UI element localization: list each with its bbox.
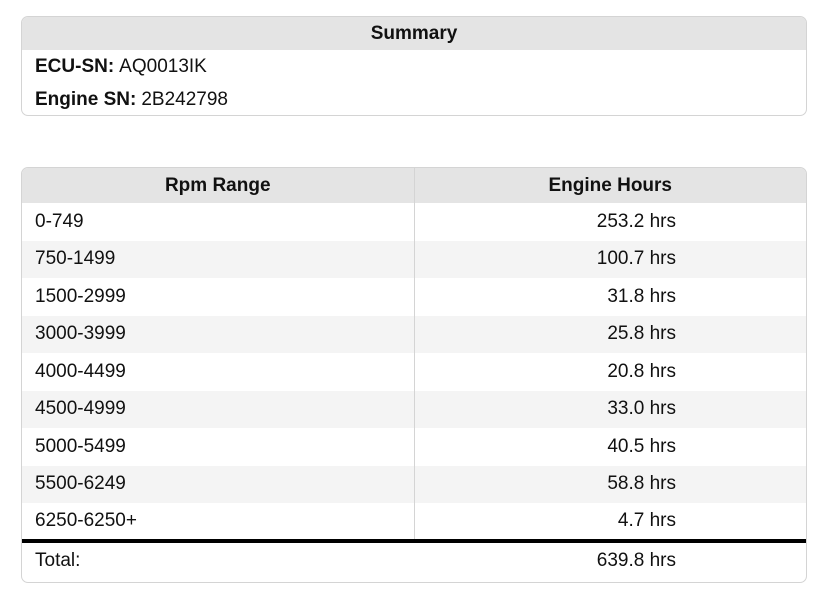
rpm-range-cell: 4000-4499 — [22, 353, 415, 391]
engine-hours-cell: 25.8 hrs — [414, 315, 806, 353]
engine-hours-cell: 253.2 hrs — [596, 210, 676, 232]
total-value: 639.8 hrs — [414, 538, 806, 580]
engine-sn-line: Engine SN: 2B242798 — [22, 83, 806, 115]
table-total-row: Total: 639.8 hrs — [22, 538, 806, 580]
table-row: 5000-5499 40.5 hrs — [22, 428, 806, 466]
summary-title: Summary — [22, 17, 806, 50]
col-header-engine-hours: Engine Hours — [414, 168, 806, 203]
ecu-sn-value: AQ0013IK — [119, 55, 207, 77]
engine-hours-cell: 31.8 hrs — [607, 285, 676, 307]
engine-hours-cell: 20.8 hrs — [607, 360, 676, 382]
engine-hours-panel: Rpm Range Engine Hours 0-749 253.2 hrs 7… — [21, 167, 807, 583]
summary-panel: Summary ECU-SN: AQ0013IK Engine SN: 2B24… — [21, 16, 807, 116]
table-row: 3000-3999 25.8 hrs — [22, 315, 806, 353]
total-label: Total: — [22, 538, 414, 580]
ecu-sn-line: ECU-SN: AQ0013IK — [22, 50, 806, 83]
col-header-rpm-range: Rpm Range — [22, 168, 415, 203]
ecu-sn-label: ECU-SN: — [35, 55, 115, 77]
table-row: 4000-4499 20.8 hrs — [22, 353, 806, 391]
engine-hours-cell: 40.5 hrs — [607, 435, 676, 457]
engine-sn-label: Engine SN: — [35, 88, 137, 110]
engine-hours-table: Rpm Range Engine Hours 0-749 253.2 hrs 7… — [22, 168, 806, 580]
engine-hours-cell: 33.0 hrs — [414, 390, 806, 428]
rpm-range-cell: 5500-6249 — [22, 465, 415, 503]
rpm-range-cell: 6250-6250+ — [22, 503, 415, 541]
rpm-range-cell: 5000-5499 — [22, 428, 415, 466]
table-header-row: Rpm Range Engine Hours — [22, 168, 806, 203]
table-row: 1500-2999 31.8 hrs — [22, 278, 806, 316]
rpm-range-cell: 4500-4999 — [22, 390, 415, 428]
engine-hours-cell: 4.7 hrs — [617, 509, 676, 531]
table-row: 750-1499 100.7 hrs — [22, 240, 806, 278]
engine-sn-value: 2B242798 — [141, 88, 228, 110]
table-row: 5500-6249 58.8 hrs — [22, 465, 806, 503]
engine-hours-cell: 100.7 hrs — [414, 240, 806, 278]
rpm-range-cell: 750-1499 — [22, 240, 415, 278]
rpm-range-cell: 1500-2999 — [22, 278, 415, 316]
rpm-range-cell: 0-749 — [22, 203, 415, 241]
table-row: 6250-6250+ 4.7 hrs — [22, 503, 806, 541]
table-row: 0-749 253.2 hrs — [22, 203, 806, 241]
table-row: 4500-4999 33.0 hrs — [22, 390, 806, 428]
engine-hours-cell: 58.8 hrs — [414, 465, 806, 503]
rpm-range-cell: 3000-3999 — [22, 315, 415, 353]
